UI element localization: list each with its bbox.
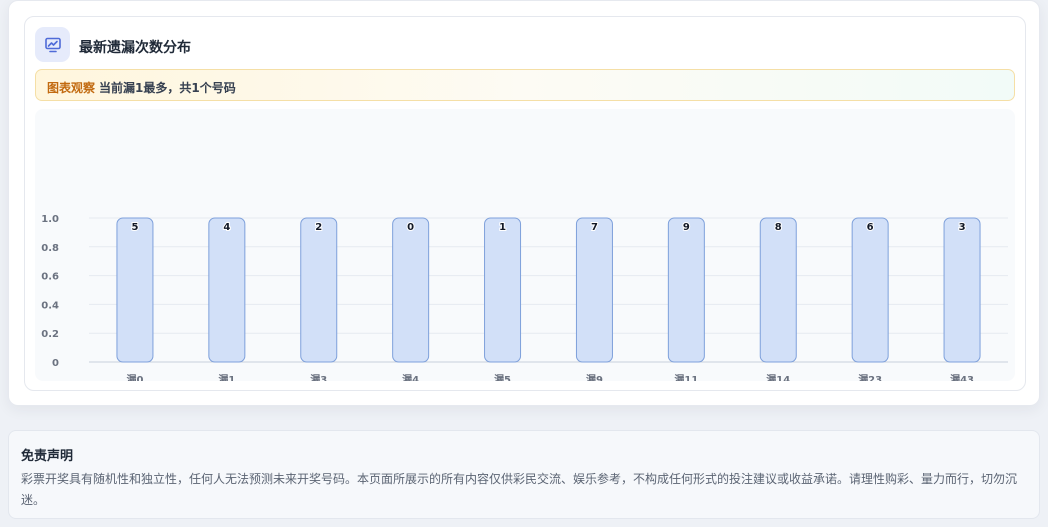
bar-data-label: 4 [223, 222, 230, 233]
disclaimer-box: 免责声明 彩票开奖具有随机性和独立性，任何人无法预测未来开奖号码。本页面所展示的… [8, 430, 1040, 519]
chart-panel: 最新遗漏次数分布 图表观察 当前漏1最多，共1个号码 0 0.2 0.4 0.6 0.8… [24, 16, 1026, 391]
bar [575, 217, 613, 363]
bar [667, 217, 705, 363]
trend-chart-icon [35, 27, 70, 62]
bar [484, 217, 522, 363]
bar [208, 217, 246, 363]
bar-data-label: 9 [683, 222, 690, 233]
y-tick-label: 0.6 [41, 272, 59, 283]
disclaimer-text: 彩票开奖具有随机性和独立性，任何人无法预测未来开奖号码。本页面所展示的所有内容仅… [21, 472, 1018, 507]
x-tick-label: 漏43 [950, 373, 974, 381]
x-tick-label: 漏14 [766, 373, 790, 381]
y-tick-label: 0 [52, 358, 59, 369]
bar-data-label: 3 [959, 222, 966, 233]
chart-title: 最新遗漏次数分布 [79, 40, 191, 56]
x-tick-label: 漏5 [494, 373, 511, 381]
y-tick-label: 0.4 [41, 300, 59, 311]
bar-data-label: 6 [867, 222, 874, 233]
bar-data-label: 5 [131, 222, 138, 233]
bar [943, 217, 981, 363]
x-tick-label: 漏0 [126, 373, 143, 381]
bar [116, 217, 154, 363]
bar-data-label: 8 [775, 222, 782, 233]
x-tick-label: 漏4 [402, 373, 419, 381]
observation-text: 当前漏1最多，共1个号码 [99, 81, 236, 95]
bar-data-label: 2 [315, 222, 322, 233]
y-tick-label: 1.0 [41, 214, 59, 225]
chart-observation-bar: 图表观察 当前漏1最多，共1个号码 [35, 69, 1015, 101]
disclaimer-title: 免责声明 [21, 449, 74, 464]
chart-area: 0 0.2 0.4 0.6 0.8 1.0 5 漏0 4 漏1 2 漏3 0 漏4 1 漏5 7 漏9 9 漏11 8 漏… [35, 109, 1015, 381]
x-tick-label: 漏3 [310, 373, 327, 381]
y-tick-label: 0.8 [41, 243, 59, 254]
x-tick-label: 漏23 [858, 373, 882, 381]
bar-data-label: 0 [407, 222, 414, 233]
bar [392, 217, 430, 363]
x-tick-label: 漏9 [586, 373, 603, 381]
observation-tag: 图表观察 [47, 81, 96, 95]
bar [759, 217, 797, 363]
distribution-card: 最新遗漏次数分布 图表观察 当前漏1最多，共1个号码 0 0.2 0.4 0.6 0.8… [8, 0, 1040, 406]
y-tick-label: 0.2 [41, 329, 59, 340]
bar-data-label: 7 [591, 222, 598, 233]
bar-data-label: 1 [499, 222, 506, 233]
x-tick-label: 漏1 [218, 373, 235, 381]
bar [851, 217, 889, 363]
x-tick-label: 漏11 [674, 373, 698, 381]
bar [300, 217, 338, 363]
bar-chart: 0 0.2 0.4 0.6 0.8 1.0 5 漏0 4 漏1 2 漏3 0 漏4 1 漏5 7 漏9 9 漏11 8 漏… [41, 214, 1008, 381]
